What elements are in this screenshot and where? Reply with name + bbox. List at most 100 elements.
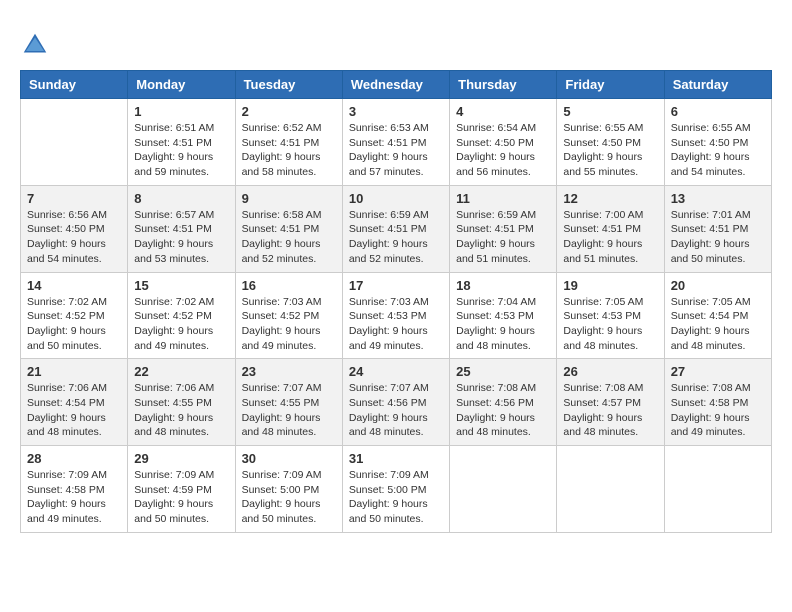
calendar-cell: 14 Sunrise: 7:02 AM Sunset: 4:52 PM Dayli… [21,272,128,359]
calendar-cell: 24 Sunrise: 7:07 AM Sunset: 4:56 PM Dayli… [342,359,449,446]
day-info: Sunrise: 7:08 AM Sunset: 4:57 PM Dayligh… [563,381,657,440]
weekday-header-monday: Monday [128,71,235,99]
day-info: Sunrise: 7:04 AM Sunset: 4:53 PM Dayligh… [456,295,550,354]
calendar-cell: 2Sunrise: 6:52 AM Sunset: 4:51 PM Daylig… [235,99,342,186]
day-info: Sunrise: 7:05 AM Sunset: 4:53 PM Dayligh… [563,295,657,354]
day-info: Sunrise: 7:09 AM Sunset: 4:59 PM Dayligh… [134,468,228,527]
calendar-cell: 27 Sunrise: 7:08 AM Sunset: 4:58 PM Dayli… [664,359,771,446]
day-info: Sunrise: 7:09 AM Sunset: 4:58 PM Dayligh… [27,468,121,527]
day-number: 10 [349,191,443,206]
logo [20,30,54,60]
day-number: 12 [563,191,657,206]
calendar-cell: 8 Sunrise: 6:57 AM Sunset: 4:51 PM Daylig… [128,185,235,272]
day-number: 24 [349,364,443,379]
day-number: 5 [563,104,657,119]
week-row-1: 1 Sunrise: 6:51 AM Sunset: 4:51 PM Daylig… [21,99,772,186]
calendar-cell [450,446,557,533]
week-row-3: 14 Sunrise: 7:02 AM Sunset: 4:52 PM Dayli… [21,272,772,359]
day-info: Sunrise: 6:58 AM Sunset: 4:51 PM Dayligh… [242,208,336,267]
logo-icon [20,30,50,60]
calendar-cell: 20Sunrise: 7:05 AM Sunset: 4:54 PM Dayli… [664,272,771,359]
calendar-cell: 21Sunrise: 7:06 AM Sunset: 4:54 PM Dayli… [21,359,128,446]
weekday-header-sunday: Sunday [21,71,128,99]
week-row-2: 7 Sunrise: 6:56 AM Sunset: 4:50 PM Daylig… [21,185,772,272]
calendar-cell [664,446,771,533]
day-info: Sunrise: 7:02 AM Sunset: 4:52 PM Dayligh… [27,295,121,354]
weekday-header-tuesday: Tuesday [235,71,342,99]
day-number: 20 [671,278,765,293]
day-info: Sunrise: 7:02 AM Sunset: 4:52 PM Dayligh… [134,295,228,354]
day-number: 4 [456,104,550,119]
day-info: Sunrise: 6:51 AM Sunset: 4:51 PM Dayligh… [134,121,228,180]
day-number: 6 [671,104,765,119]
day-number: 29 [134,451,228,466]
day-number: 28 [27,451,121,466]
calendar-cell: 17 Sunrise: 7:03 AM Sunset: 4:53 PM Dayli… [342,272,449,359]
calendar-cell: 11 Sunrise: 6:59 AM Sunset: 4:51 PM Dayli… [450,185,557,272]
day-info: Sunrise: 7:07 AM Sunset: 4:55 PM Dayligh… [242,381,336,440]
calendar-cell: 16Sunrise: 7:03 AM Sunset: 4:52 PM Dayli… [235,272,342,359]
weekday-header-wednesday: Wednesday [342,71,449,99]
calendar-cell: 23 Sunrise: 7:07 AM Sunset: 4:55 PM Dayli… [235,359,342,446]
week-row-5: 28 Sunrise: 7:09 AM Sunset: 4:58 PM Dayli… [21,446,772,533]
day-number: 1 [134,104,228,119]
day-info: Sunrise: 6:59 AM Sunset: 4:51 PM Dayligh… [456,208,550,267]
day-number: 14 [27,278,121,293]
day-number: 13 [671,191,765,206]
header [20,20,772,60]
day-number: 21 [27,364,121,379]
calendar-cell: 19 Sunrise: 7:05 AM Sunset: 4:53 PM Dayli… [557,272,664,359]
calendar-cell: 18 Sunrise: 7:04 AM Sunset: 4:53 PM Dayli… [450,272,557,359]
day-info: Sunrise: 6:59 AM Sunset: 4:51 PM Dayligh… [349,208,443,267]
day-info: Sunrise: 7:08 AM Sunset: 4:58 PM Dayligh… [671,381,765,440]
day-info: Sunrise: 7:08 AM Sunset: 4:56 PM Dayligh… [456,381,550,440]
calendar-cell: 15Sunrise: 7:02 AM Sunset: 4:52 PM Dayli… [128,272,235,359]
day-number: 3 [349,104,443,119]
day-info: Sunrise: 6:56 AM Sunset: 4:50 PM Dayligh… [27,208,121,267]
day-number: 2 [242,104,336,119]
day-number: 16 [242,278,336,293]
calendar-cell: 6Sunrise: 6:55 AM Sunset: 4:50 PM Daylig… [664,99,771,186]
day-info: Sunrise: 7:03 AM Sunset: 4:53 PM Dayligh… [349,295,443,354]
day-number: 26 [563,364,657,379]
calendar-cell: 4Sunrise: 6:54 AM Sunset: 4:50 PM Daylig… [450,99,557,186]
day-number: 11 [456,191,550,206]
day-info: Sunrise: 6:55 AM Sunset: 4:50 PM Dayligh… [563,121,657,180]
calendar-cell [557,446,664,533]
calendar-cell: 9 Sunrise: 6:58 AM Sunset: 4:51 PM Daylig… [235,185,342,272]
day-info: Sunrise: 6:53 AM Sunset: 4:51 PM Dayligh… [349,121,443,180]
week-row-4: 21Sunrise: 7:06 AM Sunset: 4:54 PM Dayli… [21,359,772,446]
day-number: 27 [671,364,765,379]
day-info: Sunrise: 7:09 AM Sunset: 5:00 PM Dayligh… [242,468,336,527]
day-info: Sunrise: 7:07 AM Sunset: 4:56 PM Dayligh… [349,381,443,440]
calendar-cell: 13 Sunrise: 7:01 AM Sunset: 4:51 PM Dayli… [664,185,771,272]
calendar-cell: 1 Sunrise: 6:51 AM Sunset: 4:51 PM Daylig… [128,99,235,186]
day-info: Sunrise: 7:01 AM Sunset: 4:51 PM Dayligh… [671,208,765,267]
day-number: 8 [134,191,228,206]
day-number: 30 [242,451,336,466]
day-number: 31 [349,451,443,466]
calendar-cell: 5 Sunrise: 6:55 AM Sunset: 4:50 PM Daylig… [557,99,664,186]
day-info: Sunrise: 6:57 AM Sunset: 4:51 PM Dayligh… [134,208,228,267]
calendar-cell: 29 Sunrise: 7:09 AM Sunset: 4:59 PM Dayli… [128,446,235,533]
calendar-cell: 26 Sunrise: 7:08 AM Sunset: 4:57 PM Dayli… [557,359,664,446]
weekday-header-thursday: Thursday [450,71,557,99]
calendar-cell [21,99,128,186]
day-info: Sunrise: 7:06 AM Sunset: 4:55 PM Dayligh… [134,381,228,440]
day-number: 19 [563,278,657,293]
weekday-header-row: SundayMondayTuesdayWednesdayThursdayFrid… [21,71,772,99]
calendar-cell: 30 Sunrise: 7:09 AM Sunset: 5:00 PM Dayli… [235,446,342,533]
day-number: 9 [242,191,336,206]
calendar-cell: 3 Sunrise: 6:53 AM Sunset: 4:51 PM Daylig… [342,99,449,186]
day-number: 7 [27,191,121,206]
day-info: Sunrise: 7:00 AM Sunset: 4:51 PM Dayligh… [563,208,657,267]
weekday-header-friday: Friday [557,71,664,99]
day-number: 17 [349,278,443,293]
day-info: Sunrise: 7:09 AM Sunset: 5:00 PM Dayligh… [349,468,443,527]
day-number: 23 [242,364,336,379]
day-number: 18 [456,278,550,293]
calendar-cell: 28 Sunrise: 7:09 AM Sunset: 4:58 PM Dayli… [21,446,128,533]
calendar-cell: 31 Sunrise: 7:09 AM Sunset: 5:00 PM Dayli… [342,446,449,533]
calendar-cell: 7 Sunrise: 6:56 AM Sunset: 4:50 PM Daylig… [21,185,128,272]
calendar: SundayMondayTuesdayWednesdayThursdayFrid… [20,70,772,533]
